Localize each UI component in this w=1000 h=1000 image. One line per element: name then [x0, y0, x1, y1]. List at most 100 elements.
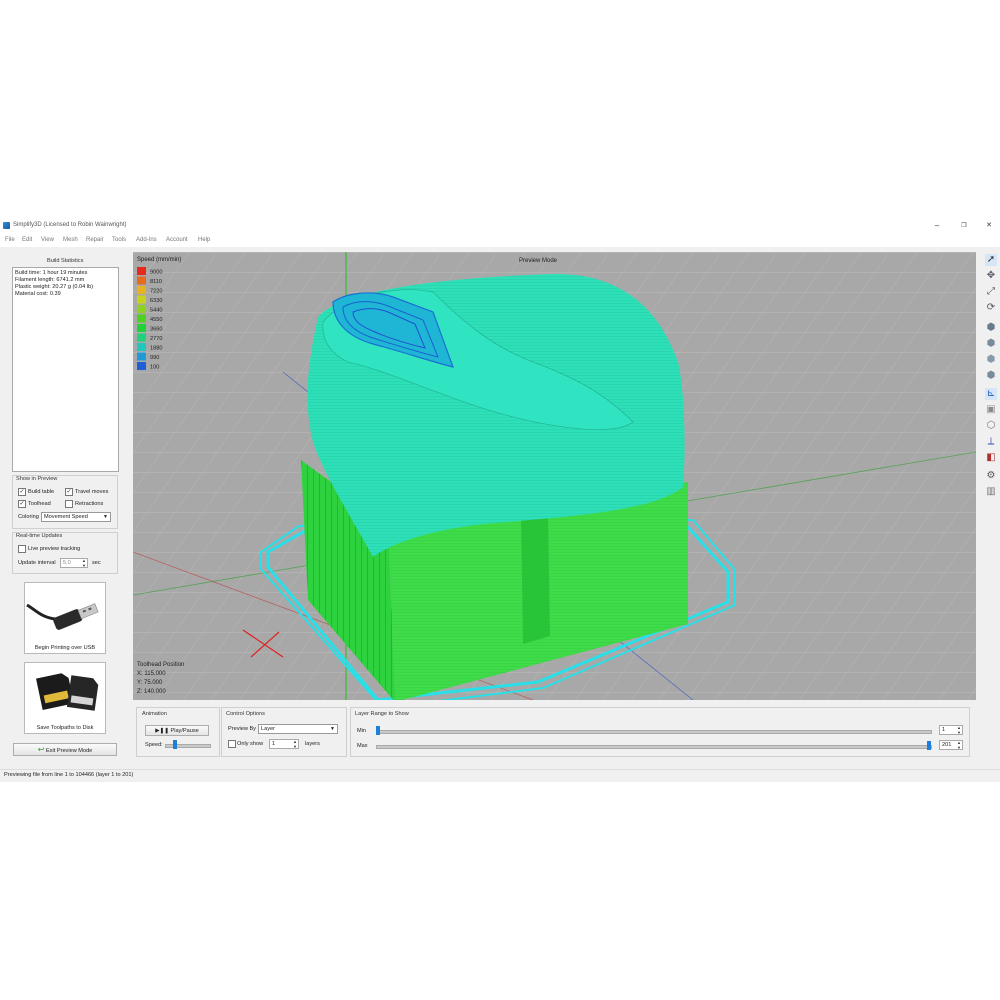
minimize-button[interactable]: – — [930, 221, 944, 231]
max-layer-slider[interactable] — [376, 745, 932, 749]
view-iso-cube-icon[interactable]: ⬢ — [985, 322, 997, 334]
max-label: Max — [357, 743, 368, 749]
build-table-checkbox[interactable]: ✓ — [18, 488, 26, 496]
print-over-usb-label: Begin Printing over USB — [34, 645, 96, 651]
gear-icon[interactable]: ⚙ — [985, 470, 997, 482]
only-show-value: 1 — [272, 741, 276, 747]
stat-build-time: Build time: 1 hour 19 minutes — [15, 270, 88, 276]
exit-preview-label: Exit Preview Mode — [45, 748, 93, 754]
toolhead-label: Toolhead — [28, 501, 51, 507]
stat-material-cost: Material cost: 0.39 — [15, 291, 61, 297]
legend-value: 4550 — [150, 317, 162, 323]
update-interval-label: Update interval — [18, 560, 56, 566]
travel-moves-checkbox[interactable]: ✓ — [65, 488, 73, 496]
legend-swatch — [137, 295, 146, 304]
rotate-icon[interactable]: ⟳ — [985, 302, 997, 314]
toolhead-z: Z: 140.000 — [137, 689, 166, 695]
cross-section-icon[interactable]: ⟂ — [985, 436, 997, 448]
update-interval-unit: sec — [92, 560, 101, 566]
menu-view[interactable]: View — [41, 237, 54, 243]
update-interval-value: 5.0 — [63, 560, 71, 566]
app-logo-icon — [3, 222, 10, 229]
view-side-cube-icon[interactable]: ⬢ — [985, 370, 997, 382]
spin-arrows-icon: ▲ ▼ — [82, 558, 86, 568]
chevron-down-icon: ▼ — [330, 726, 335, 732]
min-layer-slider[interactable] — [376, 730, 932, 734]
menu-tools[interactable]: Tools — [112, 237, 126, 243]
view-front-cube-icon[interactable]: ⬢ — [985, 338, 997, 350]
title-bar: Simplify3D (Licensed to Robin Wainwright… — [0, 218, 1000, 234]
solid-view-icon[interactable]: ▣ — [985, 404, 997, 416]
min-layer-value: 1 — [942, 727, 946, 733]
view-top-cube-icon[interactable]: ⬢ — [985, 354, 997, 366]
legend-title: Speed (mm/min) — [137, 257, 181, 263]
toolhead-checkbox[interactable]: ✓ — [18, 500, 26, 508]
build-statistics-title: Build Statistics — [47, 258, 84, 264]
window-title: Simplify3D (Licensed to Robin Wainwright… — [13, 222, 127, 228]
legend-value: 100 — [150, 365, 159, 371]
menu-edit[interactable]: Edit — [22, 237, 32, 243]
layers-label: layers — [305, 741, 320, 747]
select-cursor-icon[interactable]: ➚ — [985, 254, 997, 266]
wireframe-icon[interactable]: ⬡ — [985, 420, 997, 432]
menu-repair[interactable]: Repair — [86, 237, 104, 243]
supports-icon[interactable]: ▥ — [985, 486, 997, 498]
min-layer-slider-handle[interactable] — [376, 726, 380, 735]
legend-value: 1880 — [150, 346, 162, 352]
only-show-checkbox[interactable] — [228, 740, 236, 748]
preview-viewport[interactable]: Speed (mm/min) 9000 8110 7220 6330 5440 4550 3… — [133, 252, 976, 700]
max-layer-input[interactable]: 201 ▲ ▼ — [939, 740, 963, 750]
preview-by-select[interactable]: Layer ▼ — [258, 724, 338, 734]
scale-icon[interactable]: ⤢ — [985, 286, 997, 298]
stat-plastic-weight: Plastic weight: 20.27 g (0.04 lb) — [15, 284, 94, 290]
print-over-usb-button[interactable]: Begin Printing over USB — [24, 582, 106, 654]
retractions-label: Retractions — [75, 501, 104, 507]
speed-legend: 9000 8110 7220 6330 5440 4550 3660 2770 1880 990 1… — [137, 267, 162, 371]
preview-controls: Animation ▶❚❚ Play/Pause Speed: Control … — [133, 703, 976, 763]
menu-add-ins[interactable]: Add-Ins — [136, 237, 157, 243]
retractions-checkbox[interactable] — [65, 500, 73, 508]
legend-swatch — [137, 276, 146, 285]
legend-value: 990 — [150, 355, 159, 361]
menu-file[interactable]: File — [5, 237, 15, 243]
menu-account[interactable]: Account — [166, 237, 188, 243]
save-toolpaths-label: Save Toolpaths to Disk — [36, 725, 94, 731]
legend-swatch — [137, 324, 146, 332]
coloring-select[interactable]: Movement Speed ▼ — [41, 512, 111, 522]
legend-swatch — [137, 314, 146, 323]
min-layer-input[interactable]: 1 ▲ ▼ — [939, 725, 963, 735]
menu-help[interactable]: Help — [198, 237, 210, 243]
speed-slider-handle[interactable] — [173, 740, 177, 749]
max-layer-value: 201 — [942, 742, 952, 748]
travel-moves-label: Travel moves — [75, 489, 109, 495]
legend-swatch — [137, 333, 146, 342]
speed-label: Speed: — [145, 742, 163, 748]
usb-cable-icon — [26, 603, 99, 630]
save-toolpaths-button[interactable]: Save Toolpaths to Disk — [24, 662, 106, 734]
axes-icon[interactable]: ⊾ — [985, 388, 997, 400]
legend-swatch — [137, 352, 146, 361]
legend-value: 6330 — [150, 298, 162, 304]
speed-slider[interactable] — [165, 744, 211, 748]
move-icon[interactable]: ✥ — [985, 270, 997, 282]
update-interval-input[interactable]: 5.0 ▲ ▼ — [60, 558, 88, 568]
maximize-button[interactable]: ❐ — [957, 221, 971, 231]
only-show-input[interactable]: 1 ▲ ▼ — [269, 739, 299, 749]
play-pause-label: Play/Pause — [170, 728, 199, 734]
model-color-icon[interactable]: ◧ — [985, 452, 997, 464]
coloring-label: Coloring — [18, 514, 39, 520]
legend-swatch — [137, 286, 146, 294]
animation-title: Animation — [142, 711, 167, 717]
legend-value: 3660 — [150, 327, 162, 333]
back-arrow-icon: ↩ — [37, 745, 45, 754]
play-pause-button[interactable]: ▶❚❚ Play/Pause — [145, 725, 209, 736]
exit-preview-button[interactable]: ↩ Exit Preview Mode — [13, 743, 117, 756]
live-tracking-label: Live preview tracking — [28, 546, 81, 552]
close-button[interactable]: ✕ — [982, 221, 996, 231]
menu-mesh[interactable]: Mesh — [63, 237, 78, 243]
preview-by-value: Layer — [261, 726, 275, 732]
live-tracking-checkbox[interactable] — [18, 545, 26, 553]
max-layer-slider-handle[interactable] — [927, 741, 931, 750]
coloring-select-value: Movement Speed — [44, 514, 88, 520]
toolhead-position-title: Toolhead Position — [137, 662, 184, 668]
